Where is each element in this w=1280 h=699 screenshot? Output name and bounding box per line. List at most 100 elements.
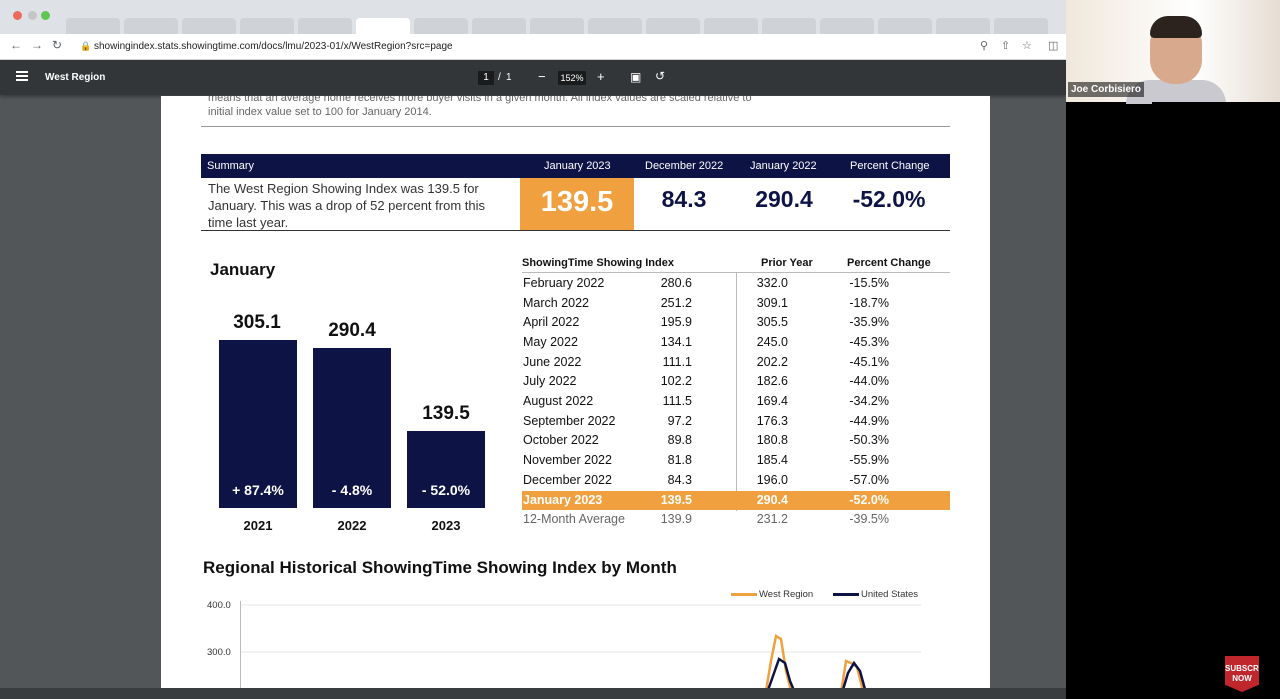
summary-col-jan2022: January 2022	[750, 160, 817, 172]
table-row: November 2022 81.8 185.4 -55.9%	[522, 451, 950, 470]
bar-change-2023: - 52.0%	[421, 482, 471, 498]
table-row: December 2022 84.3 196.0 -57.0%	[522, 471, 950, 490]
browser-tab[interactable]	[878, 18, 932, 34]
sidebar-icon[interactable]: ◫	[1048, 39, 1058, 52]
row-month: December 2022	[523, 473, 612, 487]
bottom-strip	[0, 688, 1066, 699]
row-prior: 309.1	[756, 296, 788, 310]
legend-united-states: United States	[833, 589, 918, 600]
legend-west-label: West Region	[759, 589, 814, 600]
row-pct: -52.0%	[849, 493, 889, 507]
fit-page-icon[interactable]: ▣	[630, 70, 641, 84]
zoom-out-button[interactable]: −	[538, 69, 546, 84]
row-month: May 2022	[523, 335, 578, 349]
close-window-icon[interactable]	[13, 11, 22, 20]
summary-text: The West Region Showing Index was 139.5 …	[208, 181, 485, 230]
bookmark-star-icon[interactable]: ☆	[1022, 39, 1032, 52]
summary-value-percent-change: -52.0%	[852, 186, 926, 212]
row-value: 134.1	[660, 335, 692, 349]
zoom-in-button[interactable]: +	[597, 69, 605, 84]
legend-west-region: West Region	[731, 589, 813, 600]
row-pct: -55.9%	[849, 453, 889, 467]
row-month: 12-Month Average	[523, 512, 625, 526]
row-value: 195.9	[660, 315, 692, 329]
browser-tab[interactable]	[66, 18, 120, 34]
browser-tab-active[interactable]	[356, 18, 410, 34]
lock-icon[interactable]: 🔒	[80, 41, 91, 52]
row-pct: -57.0%	[849, 473, 889, 487]
row-value: 111.5	[662, 394, 692, 408]
zoom-level-input[interactable]: 152%	[558, 71, 586, 85]
browser-tab[interactable]	[414, 18, 468, 34]
minimize-window-icon[interactable]	[28, 11, 37, 20]
url-field[interactable]: showingindex.stats.showingtime.com/docs/…	[94, 41, 453, 52]
table-row: February 2022 280.6 332.0 -15.5%	[522, 274, 950, 293]
row-value: 81.8	[667, 453, 692, 467]
browser-tab[interactable]	[240, 18, 294, 34]
bar-year-2022: 2022	[337, 518, 367, 533]
subscribe-badge[interactable]: SUBSCRIBE NOW	[1225, 656, 1259, 692]
browser-tab[interactable]	[936, 18, 990, 34]
summary-value-jan2022: 290.4	[755, 186, 813, 212]
browser-tab[interactable]	[820, 18, 874, 34]
row-value: 139.9	[660, 512, 692, 526]
row-prior: 185.4	[756, 453, 788, 467]
forward-icon[interactable]: →	[31, 38, 43, 52]
row-prior: 169.4	[756, 394, 788, 408]
united-states-swatch	[833, 592, 859, 596]
row-pct: -35.9%	[849, 315, 889, 329]
bar-change-2021: + 87.4%	[232, 482, 284, 498]
row-value: 97.2	[667, 414, 692, 428]
row-prior: 231.2	[756, 512, 788, 526]
row-prior: 182.6	[756, 374, 788, 388]
pdf-toolbar: West Region 1 / 1 − 152% + ▣ ↺	[0, 60, 1066, 95]
rotate-icon[interactable]: ↺	[655, 69, 665, 83]
summary-col-percent-change: Percent Change	[850, 160, 930, 172]
browser-tab[interactable]	[994, 18, 1048, 34]
share-icon[interactable]: ⇧	[1001, 39, 1010, 52]
bar-change-2022: - 4.8%	[331, 482, 373, 498]
west-region-swatch	[731, 592, 757, 596]
row-value: 102.2	[660, 374, 692, 388]
summary-label: Summary	[207, 160, 255, 172]
browser-window: ← → ↻ 🔒 showingindex.stats.showingtime.c…	[0, 0, 1066, 699]
table-row: August 2022 111.5 169.4 -34.2%	[522, 392, 950, 411]
presenter-hair	[1150, 16, 1202, 38]
table-row-average: 12-Month Average 139.9 231.2 -39.5%	[522, 510, 950, 529]
page-number-input[interactable]: 1	[478, 71, 494, 85]
browser-tab[interactable]	[124, 18, 178, 34]
back-icon[interactable]: ←	[10, 38, 22, 52]
table-row: June 2022 111.1 202.2 -45.1%	[522, 353, 950, 372]
presenter-video: Joe Corbisiero	[1066, 0, 1280, 104]
browser-tab[interactable]	[588, 18, 642, 34]
menu-icon[interactable]	[16, 71, 28, 81]
table-row: July 2022 102.2 182.6 -44.0%	[522, 372, 950, 391]
browser-tab[interactable]	[646, 18, 700, 34]
y-tick-400: 400.0	[207, 600, 231, 611]
row-month: September 2022	[523, 414, 616, 428]
table-header-prior: Prior Year	[761, 257, 813, 269]
row-month: April 2022	[523, 315, 580, 329]
page-total: 1	[506, 72, 512, 83]
browser-tab[interactable]	[298, 18, 352, 34]
row-value: 251.2	[660, 296, 692, 310]
maximize-window-icon[interactable]	[41, 11, 50, 20]
row-pct: -34.2%	[849, 394, 889, 408]
browser-tab[interactable]	[704, 18, 758, 34]
reload-icon[interactable]: ↻	[52, 38, 62, 52]
row-prior: 245.0	[756, 335, 788, 349]
summary-col-jan2023: January 2023	[544, 160, 611, 172]
row-month: February 2022	[523, 276, 605, 290]
bar-year-2021: 2021	[243, 518, 273, 533]
browser-tab[interactable]	[182, 18, 236, 34]
intro-text: means that an average home receives more…	[208, 96, 752, 118]
zoom-icon[interactable]: ⚲	[980, 39, 988, 52]
address-bar: ← → ↻ 🔒 showingindex.stats.showingtime.c…	[0, 34, 1066, 60]
row-value: 89.8	[667, 433, 692, 447]
browser-tab[interactable]	[530, 18, 584, 34]
row-prior: 332.0	[756, 276, 788, 290]
summary-bottom-rule	[201, 230, 950, 231]
browser-tab[interactable]	[762, 18, 816, 34]
browser-tab[interactable]	[472, 18, 526, 34]
table-header-index: ShowingTime Showing Index	[522, 257, 674, 269]
